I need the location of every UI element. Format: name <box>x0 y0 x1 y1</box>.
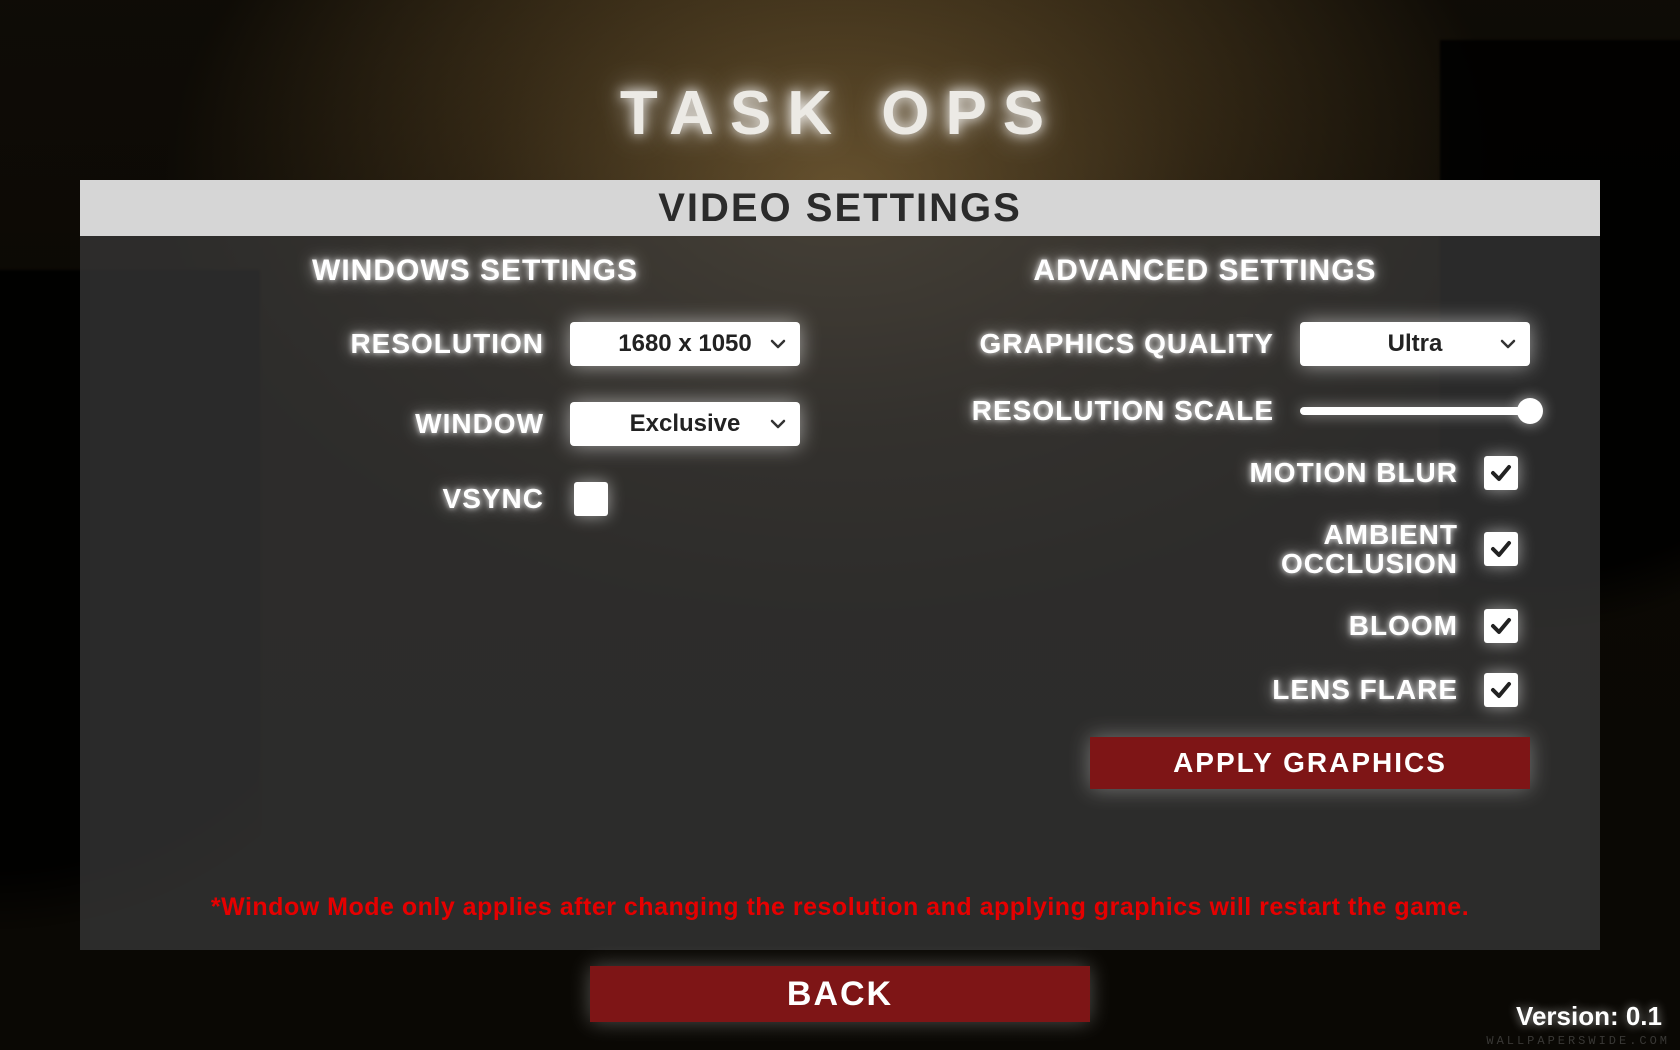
window-mode-row: WINDOW Exclusive <box>150 402 800 446</box>
graphics-quality-row: GRAPHICS QUALITY Ultra <box>880 322 1530 366</box>
lens-flare-label: LENS FLARE <box>1272 675 1458 704</box>
windows-settings-column: WINDOWS SETTINGS RESOLUTION 1680 x 1050 … <box>110 236 840 789</box>
graphics-quality-value: Ultra <box>1388 330 1443 358</box>
bloom-label: BLOOM <box>1349 611 1458 640</box>
settings-panel: VIDEO SETTINGS WINDOWS SETTINGS RESOLUTI… <box>80 180 1600 950</box>
game-title: TASK OPS <box>0 78 1680 149</box>
resolution-select[interactable]: 1680 x 1050 <box>570 322 800 366</box>
lens-flare-row: LENS FLARE <box>880 673 1530 707</box>
ambient-occlusion-checkbox[interactable] <box>1484 532 1518 566</box>
resolution-scale-label: RESOLUTION SCALE <box>972 396 1274 425</box>
chevron-down-icon <box>1500 336 1516 352</box>
panel-title: VIDEO SETTINGS <box>658 186 1022 231</box>
resolution-scale-row: RESOLUTION SCALE <box>880 396 1530 426</box>
chevron-down-icon <box>770 336 786 352</box>
window-mode-label: WINDOW <box>415 409 544 438</box>
chevron-down-icon <box>770 416 786 432</box>
advanced-settings-column: ADVANCED SETTINGS GRAPHICS QUALITY Ultra… <box>840 236 1570 789</box>
bloom-checkbox[interactable] <box>1484 609 1518 643</box>
windows-settings-heading: WINDOWS SETTINGS <box>150 254 800 288</box>
motion-blur-label: MOTION BLUR <box>1249 458 1458 487</box>
back-button-label: BACK <box>787 975 893 1014</box>
advanced-settings-heading: ADVANCED SETTINGS <box>880 254 1530 288</box>
ambient-occlusion-label: AMBIENT OCCLUSION <box>1178 520 1458 579</box>
vsync-checkbox[interactable] <box>574 482 608 516</box>
motion-blur-checkbox[interactable] <box>1484 456 1518 490</box>
watermark: WALLPAPERSWIDE.COM <box>1486 1034 1670 1048</box>
motion-blur-row: MOTION BLUR <box>880 456 1530 490</box>
lens-flare-checkbox[interactable] <box>1484 673 1518 707</box>
version-label: Version: 0.1 <box>1516 1001 1662 1032</box>
vsync-label: VSYNC <box>443 484 544 513</box>
apply-graphics-button[interactable]: APPLY GRAPHICS <box>1090 737 1530 789</box>
resolution-value: 1680 x 1050 <box>618 330 751 358</box>
back-button[interactable]: BACK <box>590 966 1090 1022</box>
apply-graphics-label: APPLY GRAPHICS <box>1173 747 1447 779</box>
footer-note: *Window Mode only applies after changing… <box>80 893 1600 922</box>
resolution-label: RESOLUTION <box>350 329 544 358</box>
ambient-occlusion-row: AMBIENT OCCLUSION <box>880 520 1530 579</box>
graphics-quality-label: GRAPHICS QUALITY <box>980 329 1274 358</box>
resolution-row: RESOLUTION 1680 x 1050 <box>150 322 800 366</box>
slider-track <box>1300 407 1530 415</box>
slider-thumb[interactable] <box>1517 398 1543 424</box>
graphics-quality-select[interactable]: Ultra <box>1300 322 1530 366</box>
vsync-row: VSYNC <box>150 482 800 516</box>
resolution-scale-slider[interactable] <box>1300 396 1530 426</box>
window-mode-select[interactable]: Exclusive <box>570 402 800 446</box>
window-mode-value: Exclusive <box>630 410 741 438</box>
panel-header: VIDEO SETTINGS <box>80 180 1600 236</box>
bloom-row: BLOOM <box>880 609 1530 643</box>
